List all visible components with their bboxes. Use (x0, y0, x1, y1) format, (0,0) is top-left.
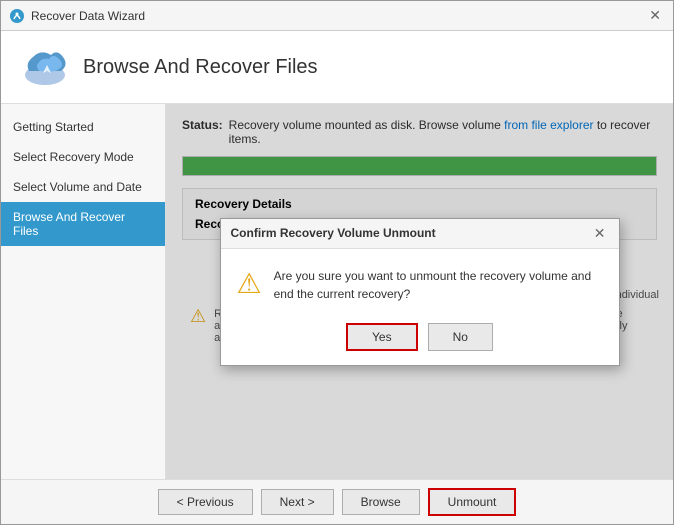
app-icon (9, 8, 25, 24)
modal-body: ⚠ Are you sure you want to unmount the r… (221, 249, 619, 315)
next-button[interactable]: Next > (261, 489, 334, 515)
app-header: Browse And Recover Files (1, 31, 673, 104)
main-window: Recover Data Wizard ✕ Browse And Recover… (0, 0, 674, 525)
modal-no-button[interactable]: No (428, 323, 493, 351)
modal-yes-button[interactable]: Yes (346, 323, 418, 351)
sidebar-item-select-recovery-mode[interactable]: Select Recovery Mode (1, 142, 165, 172)
content-area: Getting Started Select Recovery Mode Sel… (1, 104, 673, 479)
browse-button[interactable]: Browse (342, 489, 420, 515)
sidebar: Getting Started Select Recovery Mode Sel… (1, 104, 166, 479)
main-panel: Status: Recovery volume mounted as disk.… (166, 104, 673, 479)
window-title: Recover Data Wizard (31, 9, 145, 23)
confirm-dialog: Confirm Recovery Volume Unmount ✕ ⚠ Are … (220, 218, 620, 366)
header-icon (21, 43, 69, 91)
sidebar-item-browse-recover[interactable]: Browse And Recover Files (1, 202, 165, 246)
sidebar-item-getting-started[interactable]: Getting Started (1, 112, 165, 142)
window-close-button[interactable]: ✕ (645, 5, 665, 26)
modal-footer: Yes No (221, 315, 619, 365)
page-title: Browse And Recover Files (83, 56, 318, 79)
unmount-button[interactable]: Unmount (428, 488, 517, 516)
modal-close-button[interactable]: ✕ (591, 225, 609, 242)
modal-overlay: Confirm Recovery Volume Unmount ✕ ⚠ Are … (166, 104, 673, 479)
modal-title: Confirm Recovery Volume Unmount (231, 226, 436, 240)
title-bar-left: Recover Data Wizard (9, 8, 145, 24)
modal-title-bar: Confirm Recovery Volume Unmount ✕ (221, 219, 619, 249)
footer: < Previous Next > Browse Unmount (1, 479, 673, 524)
sidebar-item-select-volume-date[interactable]: Select Volume and Date (1, 172, 165, 202)
previous-button[interactable]: < Previous (158, 489, 253, 515)
modal-warning-icon: ⚠ (237, 267, 262, 300)
title-bar: Recover Data Wizard ✕ (1, 1, 673, 31)
modal-message: Are you sure you want to unmount the rec… (274, 267, 603, 303)
